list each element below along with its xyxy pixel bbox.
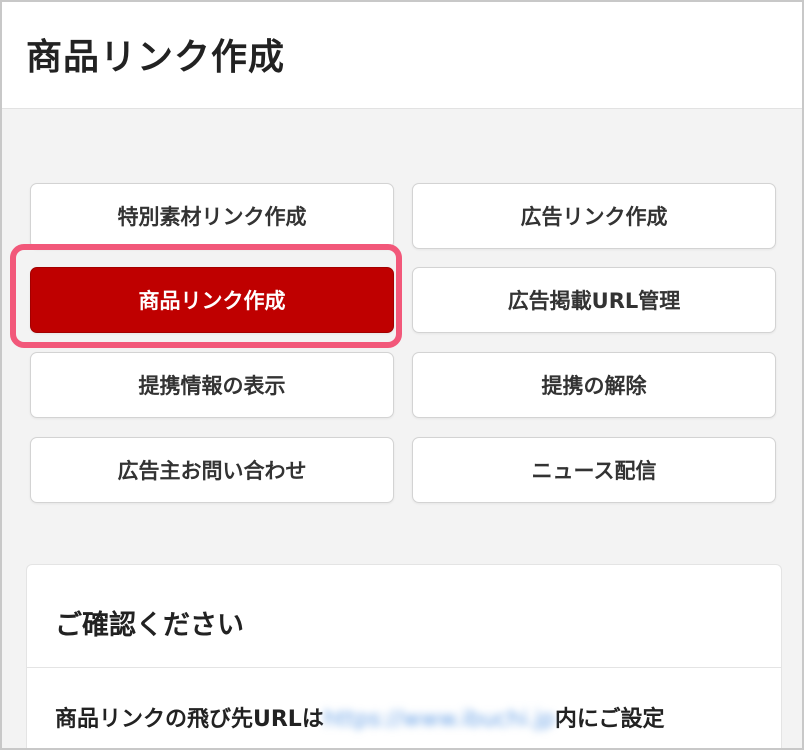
notice-body-suffix: 内にご設定 <box>554 707 665 732</box>
notice-divider <box>27 667 781 668</box>
product-link-button[interactable]: 商品リンク作成 <box>30 267 394 333</box>
notice-title: ご確認ください <box>55 610 244 641</box>
notice-body: 商品リンクの飛び先URLはhttps://www.ibuchi.jp内にご設定 <box>55 703 775 737</box>
cancel-partnership-button[interactable]: 提携の解除 <box>412 352 776 418</box>
notice-body-prefix: 商品リンクの飛び先URLは <box>55 707 324 732</box>
notice-url-link[interactable]: https://www.ibuchi.jp <box>324 703 555 737</box>
page-header: 商品リンク作成 <box>2 2 802 109</box>
ad-url-management-button[interactable]: 広告掲載URL管理 <box>412 267 776 333</box>
news-delivery-button[interactable]: ニュース配信 <box>412 437 776 503</box>
partnership-info-button[interactable]: 提携情報の表示 <box>30 352 394 418</box>
page-title: 商品リンク作成 <box>26 37 286 78</box>
advertiser-contact-button[interactable]: 広告主お問い合わせ <box>30 437 394 503</box>
page-frame: 商品リンク作成 特別素材リンク作成 広告リンク作成 商品リンク作成 広告掲載UR… <box>0 0 804 750</box>
notice-card: ご確認ください 商品リンクの飛び先URLはhttps://www.ibuchi.… <box>26 564 782 748</box>
ad-link-button[interactable]: 広告リンク作成 <box>412 183 776 249</box>
special-material-link-button[interactable]: 特別素材リンク作成 <box>30 183 394 249</box>
